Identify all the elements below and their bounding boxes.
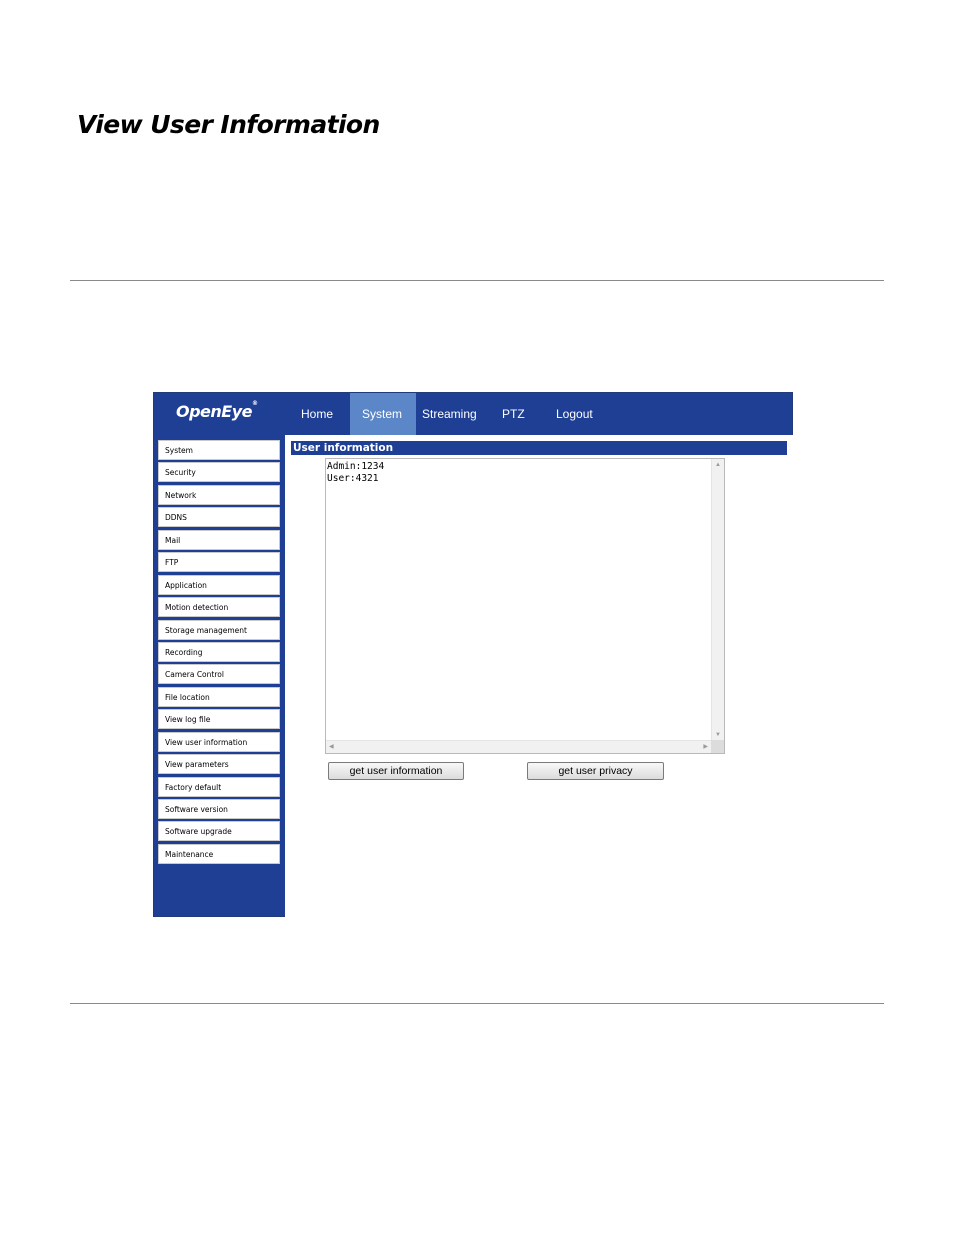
sidebar-item-motion-detection[interactable]: Motion detection (158, 597, 280, 618)
nav-system[interactable]: System (350, 393, 416, 435)
get-user-privacy-button[interactable]: get user privacy (527, 762, 664, 780)
sidebar-item-software-upgrade[interactable]: Software upgrade (158, 821, 280, 842)
user-line-admin: Admin:1234 (327, 461, 385, 472)
sidebar-item-maintenance[interactable]: Maintenance (158, 843, 280, 864)
sidebar-item-application[interactable]: Application (158, 574, 280, 595)
bottom-divider (70, 1003, 884, 1004)
get-user-information-button[interactable]: get user information (328, 762, 464, 780)
scroll-down-arrow-icon[interactable]: ▼ (715, 732, 721, 738)
sidebar-item-camera-control[interactable]: Camera Control (158, 664, 280, 685)
sidebar-menu: System Security Network DDNS Mail FTP Ap… (158, 440, 281, 866)
sidebar-item-network[interactable]: Network (158, 484, 280, 505)
scroll-left-arrow-icon[interactable]: ◀ (329, 744, 334, 750)
user-line-user: User:4321 (327, 472, 379, 484)
top-divider (70, 280, 884, 281)
sidebar-item-view-log-file[interactable]: View log file (158, 709, 280, 730)
nav-logout[interactable]: Logout (548, 393, 618, 435)
sidebar-item-system[interactable]: System (158, 440, 280, 460)
nav-streaming[interactable]: Streaming (416, 393, 492, 435)
scrollbar-corner (711, 740, 724, 753)
sidebar-item-software-version[interactable]: Software version (158, 799, 280, 819)
camera-web-ui-screenshot: OpenEye® Home System Streaming PTZ Logou… (153, 392, 793, 917)
scroll-up-arrow-icon[interactable]: ▲ (715, 462, 721, 468)
sidebar-item-ftp[interactable]: FTP (158, 552, 280, 573)
sidebar-item-file-location[interactable]: File location (158, 686, 280, 707)
header-bar: OpenEye® Home System Streaming PTZ Logou… (154, 393, 792, 435)
sidebar-item-view-user-information[interactable]: View user information (158, 731, 280, 752)
sidebar-item-view-parameters[interactable]: View parameters (158, 754, 280, 775)
sidebar-item-ddns[interactable]: DDNS (158, 507, 280, 528)
scroll-right-arrow-icon[interactable]: ▶ (703, 744, 708, 750)
document-title: View User Information (77, 110, 380, 139)
registered-mark: ® (252, 400, 258, 407)
vertical-scrollbar[interactable]: ▲ ▼ (711, 459, 724, 741)
logo-text: OpenEye (176, 402, 253, 421)
sidebar-item-security[interactable]: Security (158, 462, 280, 483)
nav-ptz[interactable]: PTZ (492, 393, 548, 435)
nav-home[interactable]: Home (285, 393, 350, 435)
panel-title: User information (291, 441, 787, 455)
sidebar-item-mail[interactable]: Mail (158, 529, 280, 550)
top-nav: Home System Streaming PTZ Logout (285, 393, 618, 435)
user-information-textarea[interactable]: Admin:1234 User:4321 ▲ ▼ ◀ ▶ (325, 458, 725, 754)
user-information-text: Admin:1234 User:4321 (327, 461, 384, 484)
sidebar-item-storage-management[interactable]: Storage management (158, 619, 280, 640)
sidebar-item-recording[interactable]: Recording (158, 641, 280, 662)
sidebar-item-factory-default[interactable]: Factory default (158, 776, 280, 797)
main-content: User information Admin:1234 User:4321 ▲ … (285, 435, 793, 917)
openeye-logo: OpenEye® (176, 400, 258, 421)
horizontal-scrollbar[interactable]: ◀ ▶ (326, 740, 711, 753)
